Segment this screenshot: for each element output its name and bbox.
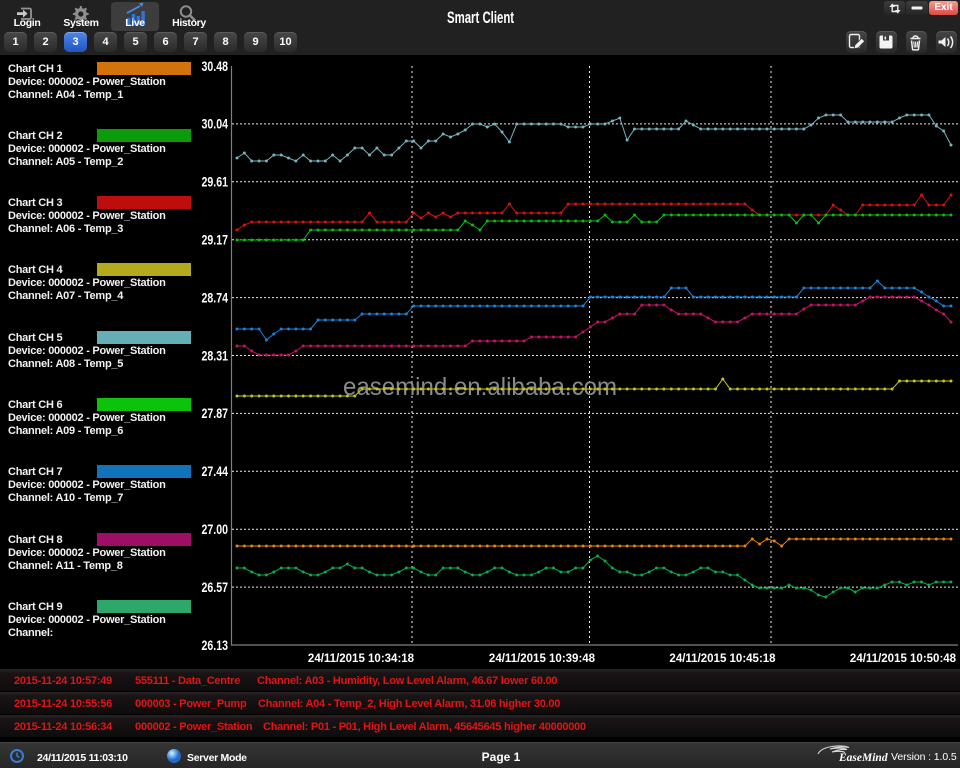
svg-text:24/11/2015 10:50:48: 24/11/2015 10:50:48 bbox=[850, 653, 957, 665]
svg-text:26.57: 26.57 bbox=[202, 580, 229, 595]
svg-text:24/11/2015 10:34:18: 24/11/2015 10:34:18 bbox=[308, 653, 415, 665]
svg-text:26.13: 26.13 bbox=[202, 638, 229, 653]
svg-text:29.61: 29.61 bbox=[202, 175, 229, 190]
svg-text:24/11/2015 10:45:18: 24/11/2015 10:45:18 bbox=[669, 653, 776, 665]
svg-text:24/11/2015 10:39:48: 24/11/2015 10:39:48 bbox=[489, 653, 596, 665]
svg-text:easemind.en.alibaba.com: easemind.en.alibaba.com bbox=[343, 373, 617, 401]
